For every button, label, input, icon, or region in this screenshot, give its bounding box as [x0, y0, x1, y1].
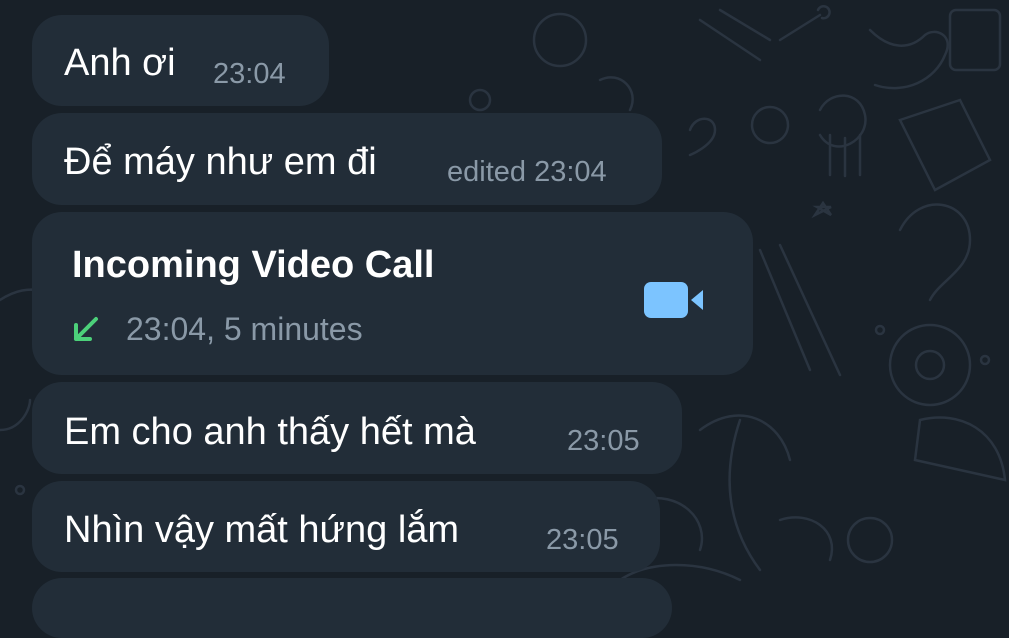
message-bubble[interactable]: Em cho anh thấy hết mà 23:05 — [32, 382, 682, 474]
message-time: 23:05 — [546, 524, 619, 556]
message-bubble-partial[interactable] — [32, 578, 672, 638]
call-bubble[interactable]: Incoming Video Call 23:04, 5 minutes — [32, 212, 753, 375]
message-text: Em cho anh thấy hết mà — [64, 411, 476, 453]
incoming-arrow-icon — [74, 317, 98, 341]
video-camera-icon[interactable] — [644, 282, 704, 318]
message-bubble[interactable]: Anh ơi 23:04 — [32, 15, 329, 106]
call-title: Incoming Video Call — [72, 244, 435, 286]
message-edited-time: edited 23:04 — [447, 156, 607, 188]
message-text: Để máy như em đi — [64, 141, 377, 183]
call-meta: 23:04, 5 minutes — [126, 311, 363, 347]
message-time: 23:05 — [567, 425, 640, 457]
message-time: 23:04 — [213, 58, 286, 90]
message-text: Anh ơi — [64, 42, 176, 84]
message-text: Nhìn vậy mất hứng lắm — [64, 509, 460, 551]
message-bubble[interactable]: Để máy như em đi edited 23:04 — [32, 113, 662, 205]
message-bubble[interactable]: Nhìn vậy mất hứng lắm 23:05 — [32, 481, 660, 572]
